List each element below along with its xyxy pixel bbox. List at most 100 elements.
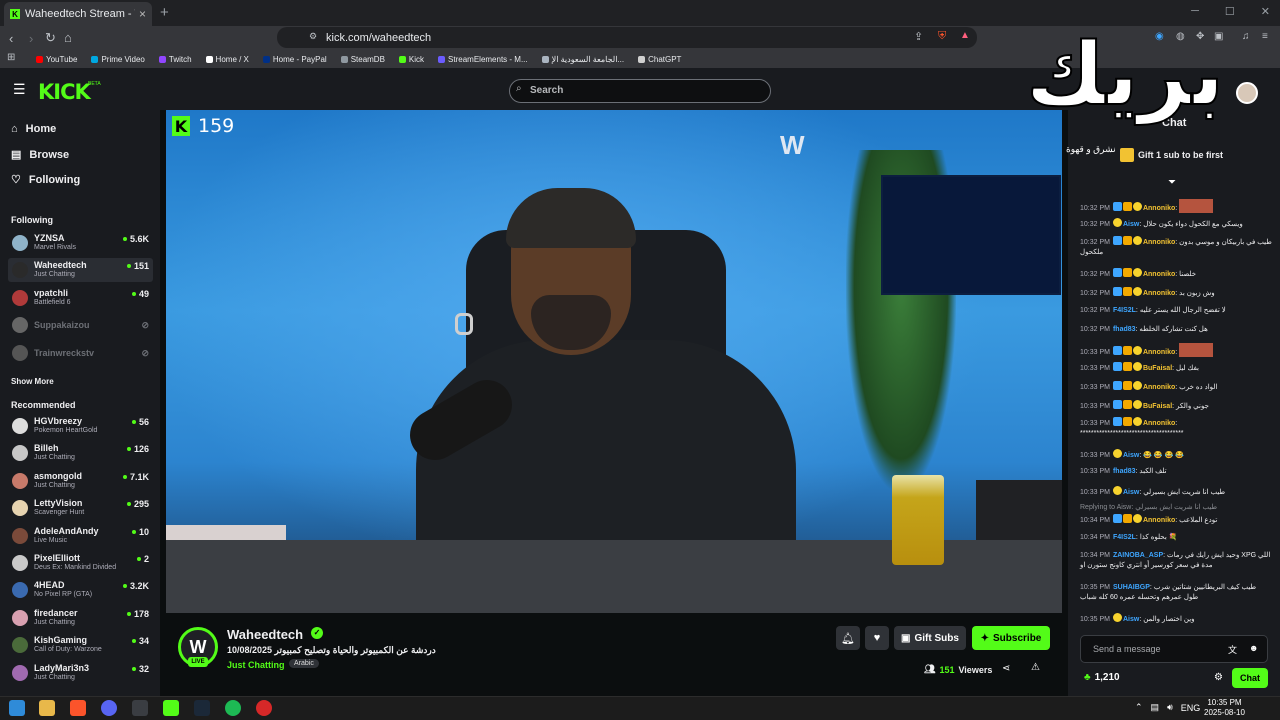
browser-tab[interactable]: K Waheedtech Stream - Watch ×: [4, 2, 152, 26]
chat-message[interactable]: 10:32 PM Annoniko:: [1080, 199, 1272, 214]
spotify-icon[interactable]: [225, 700, 241, 716]
sidebar-channel-vpatchli[interactable]: vpatchli Battlefield 6 49: [8, 286, 153, 310]
message-username[interactable]: Annoniko: [1143, 349, 1175, 356]
bookmark-item[interactable]: SteamDB: [340, 55, 385, 64]
bookmark-item[interactable]: ChatGPT: [638, 55, 681, 64]
stream-category[interactable]: Just Chatting: [227, 660, 285, 670]
bookmark-item[interactable]: الجامعة السعودية الإ...: [541, 55, 624, 64]
chat-message[interactable]: 10:33 PM Annoniko:: [1080, 343, 1272, 358]
message-username[interactable]: Aisw: [1123, 221, 1139, 228]
subscribe-button[interactable]: ✦ Subscribe: [972, 626, 1050, 650]
sidebar-channel-hgvbreezy[interactable]: HGVbreezy Pokemon HeartGold 56: [8, 414, 153, 438]
sidebar-channel-kishgaming[interactable]: KishGaming Call of Duty: Warzone 34: [8, 633, 153, 657]
sidebar-channel-lettyvision[interactable]: LettyVision Scavenger Hunt 295: [8, 496, 153, 520]
brave-icon[interactable]: [70, 700, 86, 716]
message-username[interactable]: F4IS2L: [1113, 534, 1136, 541]
message-username[interactable]: ZAINOBA_ASP: [1113, 552, 1163, 559]
emoji-icon[interactable]: ☻: [1249, 643, 1258, 653]
message-username[interactable]: BuFaisal: [1143, 403, 1172, 410]
notification-bell-button[interactable]: 🔔︎: [836, 626, 860, 650]
kick-logo[interactable]: KICK: [38, 80, 91, 104]
stream-tag[interactable]: Arabic: [289, 659, 319, 668]
bookmark-item[interactable]: StreamElements - M...: [438, 55, 528, 64]
home-browser-icon[interactable]: ⌂: [64, 30, 72, 45]
message-username[interactable]: Annoniko: [1143, 205, 1175, 212]
message-username[interactable]: Annoniko: [1143, 290, 1175, 297]
chat-message[interactable]: 10:32 PM Annoniko: وش زبون بد: [1080, 287, 1272, 299]
steam-icon[interactable]: [194, 700, 210, 716]
bookmark-item[interactable]: Kick: [398, 55, 424, 64]
chat-message[interactable]: 10:35 PM Aisw: وين اختصار والمن: [1080, 613, 1272, 625]
bookmark-item[interactable]: Prime Video: [91, 55, 145, 64]
minimize-icon[interactable]: ─: [1191, 5, 1199, 18]
message-username[interactable]: Aisw: [1123, 452, 1139, 459]
back-icon[interactable]: ‹: [9, 31, 13, 46]
rewards-icon[interactable]: ▲: [960, 30, 970, 41]
sidebar-channel-pixelelliott[interactable]: PixelElliott Deus Ex: Mankind Divided 2: [8, 551, 153, 575]
bookmark-item[interactable]: YouTube: [36, 55, 77, 64]
message-username[interactable]: Annoniko: [1143, 517, 1175, 524]
chat-message[interactable]: 10:34 PM F4IS2L: بحلوه كذا 💐: [1080, 533, 1272, 543]
sidebar-channel-4head[interactable]: 4HEAD No Pixel RP (GTA) 3.2K: [8, 578, 153, 602]
file-explorer-icon[interactable]: [39, 700, 55, 716]
bookmark-item[interactable]: Home - PayPal: [262, 55, 327, 64]
url-text[interactable]: kick.com/waheedtech: [326, 32, 431, 44]
tray-expand-icon[interactable]: ⌃: [1135, 702, 1143, 713]
brave-shield-icon[interactable]: ⛨: [938, 30, 946, 43]
pinned-gift-banner[interactable]: Gift 1 sub to be first: [1120, 148, 1223, 162]
sidebar-channel-adeleandandy[interactable]: AdeleAndAndy Live Music 10: [8, 524, 153, 548]
network-icon[interactable]: ▤: [1151, 702, 1160, 713]
site-info-icon[interactable]: ⚙: [309, 31, 317, 42]
bookmark-item[interactable]: Home / X: [205, 55, 249, 64]
message-username[interactable]: BuFaisal: [1143, 365, 1172, 372]
message-username[interactable]: Annoniko: [1143, 239, 1175, 246]
chat-message[interactable]: 10:32 PM F4IS2L: لا تفضح الرجال الله يستر…: [1080, 306, 1272, 316]
forward-icon[interactable]: ›: [29, 31, 33, 46]
chat-message[interactable]: 10:33 PM Aisw: 😂 😂 😂 😂: [1080, 449, 1272, 461]
nav-browse[interactable]: ▤ Browse: [11, 148, 69, 162]
translate-icon[interactable]: 文: [1228, 643, 1237, 656]
app-icon[interactable]: [132, 700, 148, 716]
nav-following[interactable]: ♡ Following: [11, 173, 80, 187]
follow-heart-button[interactable]: ♥: [865, 626, 889, 650]
chat-message[interactable]: 10:33 PM Aisw: طيب انا شريت ايش بسيرلي: [1080, 486, 1272, 498]
bookmark-item[interactable]: Twitch: [158, 55, 192, 64]
chat-message[interactable]: 10:32 PM Annoniko: طيب في باربيكان و موسي…: [1080, 236, 1272, 258]
sidebar-channel-firedancer[interactable]: firedancer Just Chatting 178: [8, 606, 153, 630]
reload-icon[interactable]: ↻: [45, 30, 56, 46]
show-more-link[interactable]: Show More: [11, 377, 54, 386]
chat-message[interactable]: 10:33 PM fhad83: تلف الكبد: [1080, 467, 1272, 477]
windows-start-icon[interactable]: [9, 700, 25, 716]
chat-settings-icon[interactable]: ⚙: [1214, 672, 1223, 683]
close-window-icon[interactable]: ✕: [1261, 5, 1270, 18]
share-icon[interactable]: ⋖: [1002, 663, 1010, 674]
streamer-name[interactable]: Waheedtech: [227, 627, 303, 642]
chat-message[interactable]: 10:34 PM Annoniko: تودع الملاعب: [1080, 514, 1272, 526]
report-icon[interactable]: ⚠: [1031, 662, 1040, 673]
video-player[interactable]: [166, 110, 1062, 613]
taskbar-clock[interactable]: 10:35 PM 2025-08-10: [1204, 698, 1245, 718]
media-icon[interactable]: ♫: [1242, 31, 1250, 42]
volume-icon[interactable]: 🔊︎: [1167, 702, 1173, 713]
chat-message[interactable]: 10:35 PM SUHAIBGP: طيب كيف البريطانيين شت…: [1080, 583, 1272, 603]
message-username[interactable]: F4IS2L: [1113, 307, 1136, 314]
sidebar-channel-yznsa[interactable]: YZNSA Marvel Rivals 5.6K: [8, 231, 153, 255]
maximize-icon[interactable]: ☐: [1225, 5, 1235, 18]
menu-icon[interactable]: ≡: [1262, 31, 1268, 42]
sidebar-channel-ladymari3n3[interactable]: LadyMari3n3 Just Chatting 32: [8, 661, 153, 685]
message-username[interactable]: Aisw: [1123, 616, 1139, 623]
chat-message[interactable]: 10:33 PM Annoniko: الواد ده خرب: [1080, 381, 1272, 393]
sidebar-channel-asmongold[interactable]: asmongold Just Chatting 7.1K: [8, 469, 153, 493]
chat-message[interactable]: 10:33 PM Annoniko: **********************…: [1080, 417, 1272, 439]
obs-icon[interactable]: [256, 700, 272, 716]
apps-grid-icon[interactable]: ⊞: [7, 52, 15, 63]
message-username[interactable]: fhad83: [1113, 326, 1136, 333]
message-username[interactable]: Annoniko: [1143, 384, 1175, 391]
gift-subs-button[interactable]: ▣ Gift Subs: [894, 626, 966, 650]
chat-message[interactable]: 10:33 PM BuFaisal: جوني والكر: [1080, 400, 1272, 412]
sidebar-channel-suppakaizou[interactable]: Suppakaizou ⊘: [8, 313, 153, 337]
channel-points[interactable]: ♣ 1,210: [1084, 672, 1120, 683]
message-username[interactable]: Annoniko: [1143, 271, 1175, 278]
sidebar-channel-trainwreckstv[interactable]: Trainwreckstv ⊘: [8, 341, 153, 365]
message-username[interactable]: Annoniko: [1143, 420, 1175, 427]
